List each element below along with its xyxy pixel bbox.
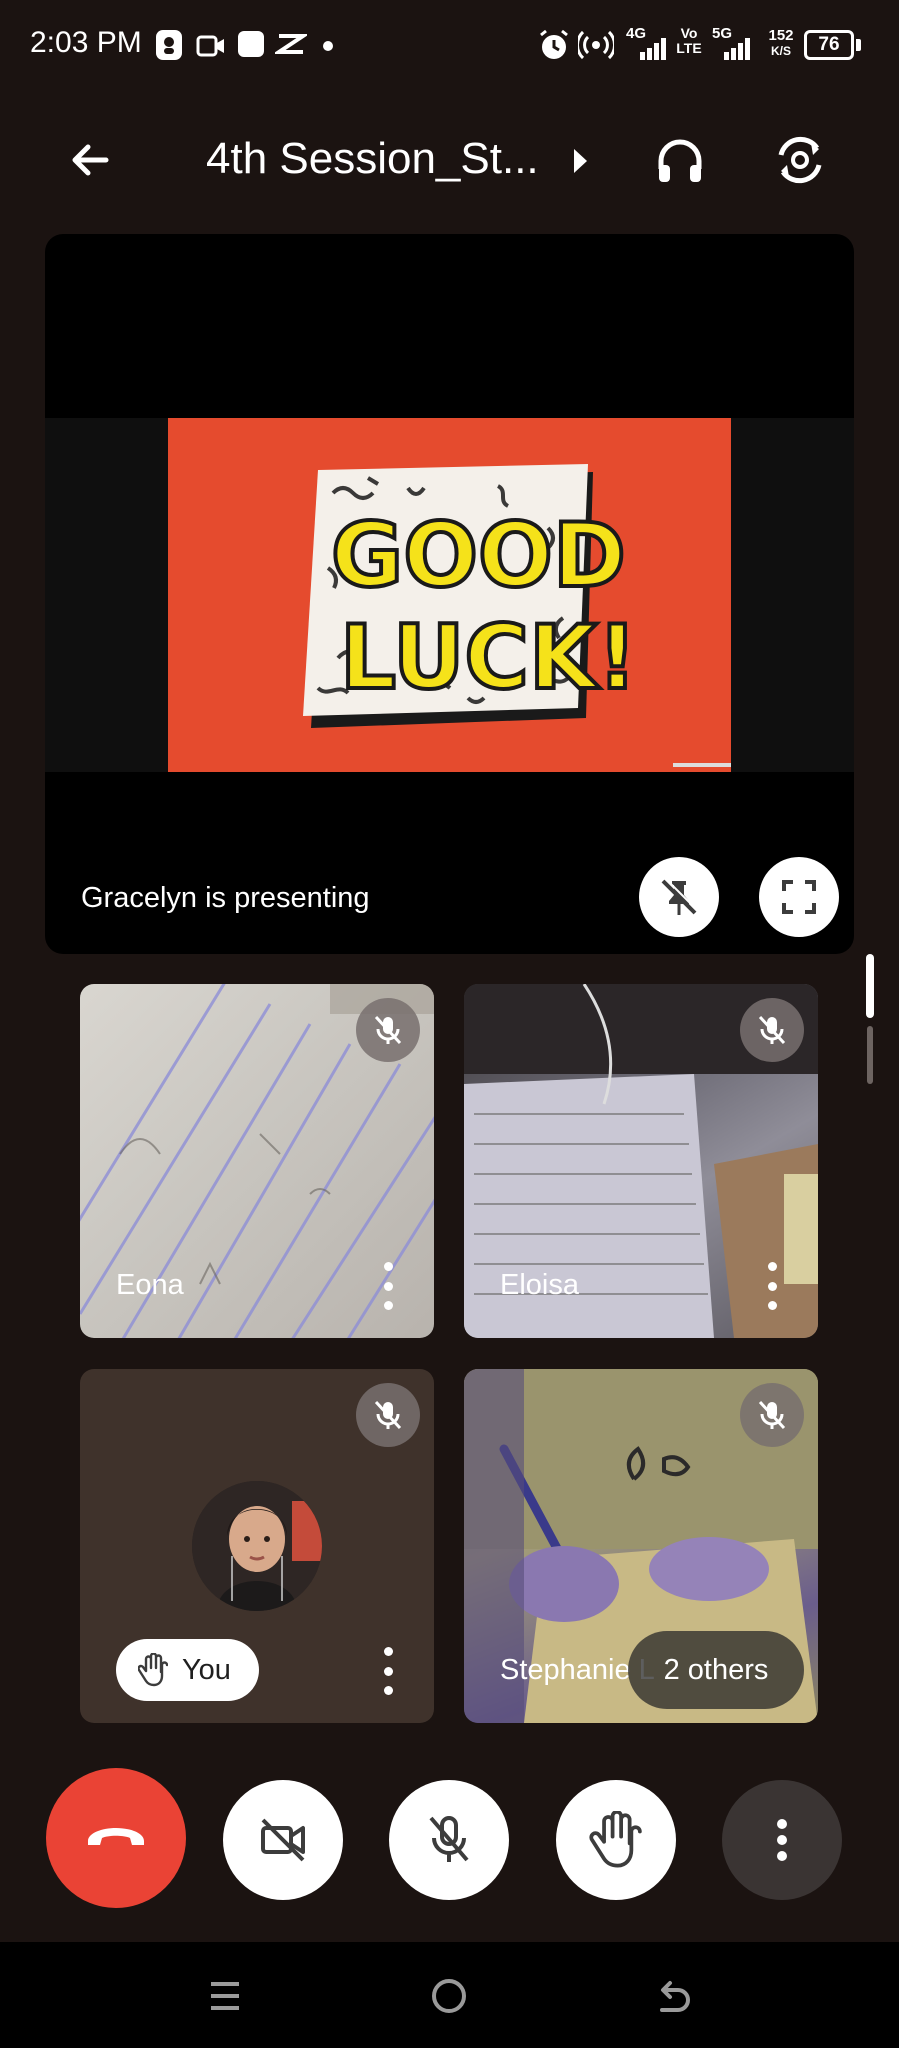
status-bar: 2:03 PM 4G Vo LTE 5G 152 K/S 76 [0,0,899,92]
participant-options-button[interactable] [762,1262,782,1310]
more-options-button[interactable] [722,1780,842,1900]
network-speed-value: 152 [768,27,794,44]
unpin-icon [661,878,699,915]
mic-off-icon [374,1400,402,1430]
system-nav-bar [0,1942,899,2048]
network-speed-unit: K/S [770,44,791,58]
signal-strength-icon [640,38,666,60]
dot [383,1262,393,1271]
mic-toggle-button[interactable] [389,1780,509,1900]
menu-icon [211,1982,239,2010]
unpin-button[interactable] [639,857,719,937]
notification-dot-icon [323,41,333,51]
phone-hangup-icon [88,1828,144,1845]
good-luck-graphic: GOOD LUCK! [303,464,731,767]
scrollbar-thumb[interactable] [866,954,874,1018]
avatar-photo [192,1481,322,1611]
dot [383,1647,393,1656]
raise-hand-icon [589,1811,642,1868]
mic-off-icon [374,1015,402,1045]
signal-strength-icon-2 [724,38,750,60]
presented-slide: GOOD LUCK! [168,418,731,772]
participant-tile-eona[interactable]: Eona [80,984,434,1338]
more-vert-icon [777,1819,787,1861]
participant-options-button[interactable] [378,1262,398,1310]
headphones-icon [658,139,702,182]
back-button[interactable] [50,120,130,200]
battery-tip [856,39,861,51]
raised-hand-icon [138,1653,168,1687]
volte-label: Vo LTE [676,25,702,56]
dot [767,1262,777,1271]
meeting-header: 4th Session_St... [0,120,899,200]
dot [767,1281,777,1291]
participant-name: Eona [116,1269,184,1301]
mic-off-icon [429,1816,469,1862]
nav-recents-button[interactable] [195,1966,255,2026]
dot [767,1301,777,1310]
scrollbar-track[interactable] [867,1026,873,1084]
battery-level: 76 [818,34,840,55]
dot [383,1666,393,1676]
battery-icon: 76 [804,30,854,60]
audio-output-button[interactable] [640,120,720,200]
presenting-label: Gracelyn is presenting [81,882,370,914]
alarm-icon [540,29,568,59]
nav-home-button[interactable] [419,1966,479,2026]
fullscreen-button[interactable] [759,857,839,937]
switch-camera-button[interactable] [760,120,840,200]
muted-indicator [740,1383,804,1447]
participant-name: You [182,1653,231,1686]
participant-name: Eloisa [500,1269,579,1301]
muted-indicator [740,998,804,1062]
home-circle-icon [432,1979,466,2013]
end-call-button[interactable] [46,1768,186,1908]
dot [383,1301,393,1310]
app-notification-icon [156,30,182,60]
mic-off-icon [758,1400,786,1430]
muted-indicator [356,998,420,1062]
dot [383,1686,393,1695]
capcut-icon [275,34,307,54]
arrow-back-icon [72,144,109,176]
caret-right-icon[interactable] [570,146,590,176]
slide-text-luck: LUCK! [340,606,637,709]
status-time: 2:03 PM [30,26,142,59]
app-notification-icon-2 [238,31,264,57]
back-icon [660,1981,690,2012]
switch-camera-icon [778,136,822,184]
avatar [192,1481,322,1611]
meeting-title[interactable]: 4th Session_St... [206,134,539,184]
self-hand-raised-chip: You [116,1639,259,1701]
muted-indicator [356,1383,420,1447]
camera-toggle-button[interactable] [223,1780,343,1900]
participant-options-button[interactable] [378,1647,398,1695]
fullscreen-icon [782,880,816,914]
presentation-view[interactable]: GOOD LUCK! Gracelyn is presenting [45,234,854,954]
slide-text-good: GOOD [331,504,626,607]
hotspot-icon [578,30,614,60]
dot [383,1281,393,1291]
video-off-icon [261,1818,305,1862]
raise-hand-button[interactable] [556,1780,676,1900]
mic-off-icon [758,1015,786,1045]
video-camera-status-icon [196,35,224,57]
participant-tile-eloisa[interactable]: Eloisa [464,984,818,1338]
nav-back-button[interactable] [644,1966,704,2026]
participant-tile-stephanie[interactable]: Stephanie L 2 others [464,1369,818,1723]
participant-tile-self[interactable]: You [80,1369,434,1723]
others-count-chip[interactable]: 2 others [628,1631,804,1709]
